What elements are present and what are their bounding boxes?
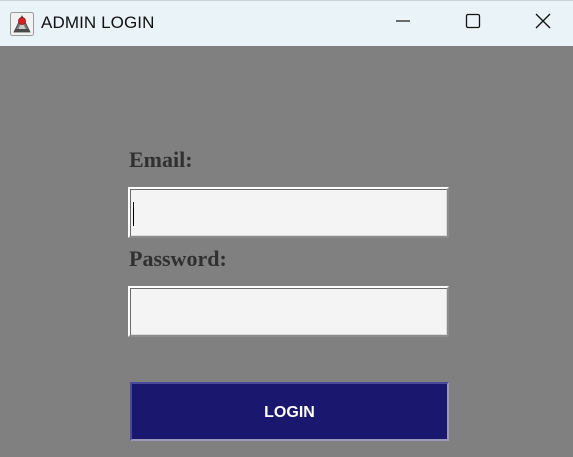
minimize-icon	[395, 13, 411, 34]
java-coffee-cup-icon[interactable]	[10, 12, 34, 36]
password-field[interactable]	[130, 288, 447, 335]
password-label: Password:	[129, 246, 227, 271]
window-title: ADMIN LOGIN	[41, 13, 155, 32]
email-field-box[interactable]	[128, 187, 449, 238]
title-bar[interactable]: ADMIN LOGIN	[0, 0, 573, 46]
text-caret	[133, 202, 134, 226]
maximize-button[interactable]	[439, 1, 507, 46]
email-label: Email:	[129, 147, 193, 172]
close-icon	[535, 13, 551, 34]
maximize-icon	[465, 13, 481, 34]
login-button[interactable]: LOGIN	[130, 382, 449, 441]
minimize-button[interactable]	[369, 1, 437, 46]
email-field[interactable]	[130, 189, 447, 236]
close-button[interactable]	[509, 1, 573, 46]
admin-login-window: ADMIN LOGIN Email: Password: LOGIN	[0, 0, 573, 457]
password-field-box[interactable]	[128, 286, 449, 337]
